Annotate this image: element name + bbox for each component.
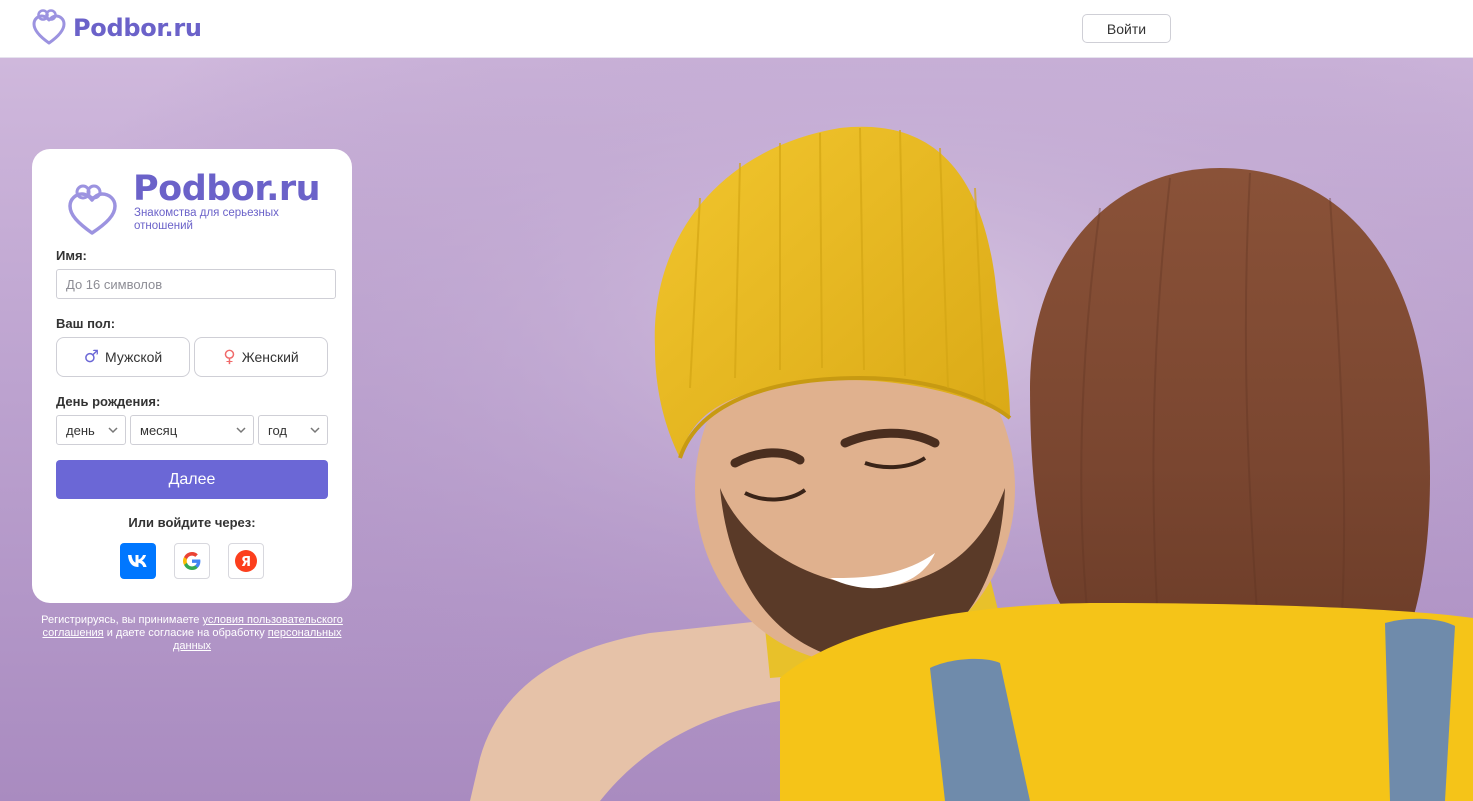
header-brand: Podbor.ru <box>73 14 202 42</box>
day-select-value: день <box>66 422 95 438</box>
heart-logo-icon <box>32 9 66 45</box>
next-button[interactable]: Далее <box>56 460 328 499</box>
male-symbol-icon: ♂ <box>83 347 99 367</box>
vk-login-button[interactable] <box>120 543 156 579</box>
gender-female-button[interactable]: ♀ Женский <box>194 337 328 377</box>
card-brand: Podbor.ru <box>133 169 321 209</box>
google-icon <box>183 552 201 570</box>
name-label: Имя: <box>56 248 87 263</box>
yandex-letter: Я <box>241 555 251 570</box>
chevron-down-icon <box>236 427 246 434</box>
terms-notice: Регистрируясь, вы принимаете условия пол… <box>40 614 344 653</box>
login-button[interactable]: Войти <box>1082 14 1171 43</box>
gender-female-label: Женский <box>241 349 299 365</box>
terms-prefix: Регистрируясь, вы принимаете <box>41 614 203 626</box>
header-logo[interactable]: Podbor.ru <box>31 9 202 47</box>
gender-label: Ваш пол: <box>56 316 116 331</box>
top-header: Podbor.ru Войти <box>0 0 1473 58</box>
birthday-label: День рождения: <box>56 394 161 409</box>
terms-middle: и даете согласие на обработку <box>103 627 268 639</box>
registration-card: Podbor.ru Знакомства для серьезных отнош… <box>32 149 352 603</box>
female-symbol-icon: ♀ <box>223 347 236 367</box>
chevron-down-icon <box>108 427 118 434</box>
year-select[interactable]: год <box>258 415 328 445</box>
month-select-value: месяц <box>140 422 178 438</box>
day-select[interactable]: день <box>56 415 126 445</box>
year-select-value: год <box>268 422 287 438</box>
hero-section: Podbor.ru Знакомства для серьезных отнош… <box>0 58 1473 801</box>
gender-male-button[interactable]: ♂ Мужской <box>56 337 190 377</box>
month-select[interactable]: месяц <box>130 415 254 445</box>
name-input[interactable] <box>56 269 336 299</box>
card-tagline: Знакомства для серьезных отношений <box>134 207 279 232</box>
yandex-icon: Я <box>235 550 257 572</box>
yandex-login-button[interactable]: Я <box>228 543 264 579</box>
google-login-button[interactable] <box>174 543 210 579</box>
vk-icon <box>128 555 147 567</box>
chevron-down-icon <box>310 427 320 434</box>
or-login-label: Или войдите через: <box>128 515 256 530</box>
gender-male-label: Мужской <box>105 349 163 365</box>
